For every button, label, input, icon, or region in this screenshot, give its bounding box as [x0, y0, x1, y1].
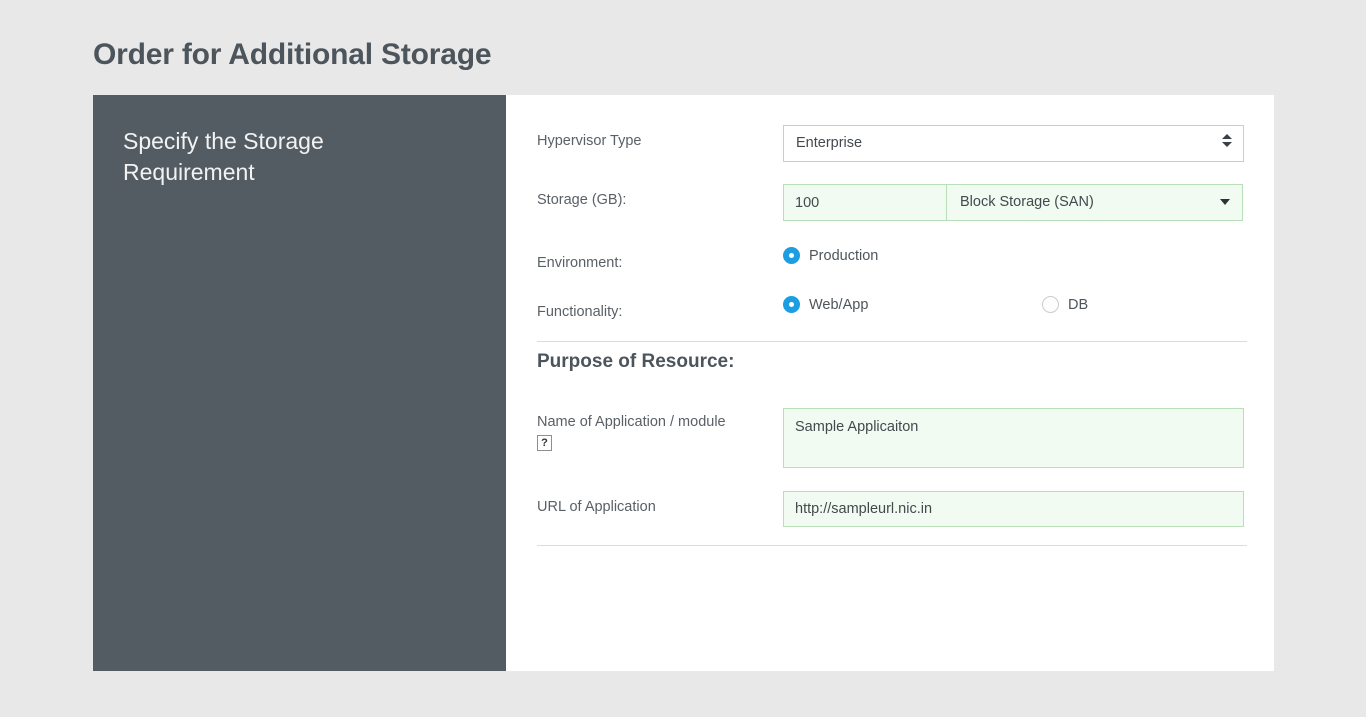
row-environment: Environment: Production: [537, 247, 1247, 273]
hypervisor-type-label: Hypervisor Type: [537, 133, 642, 149]
app-url-input[interactable]: [783, 491, 1244, 527]
app-name-input[interactable]: [783, 408, 1244, 468]
help-tooltip-broken-image-icon[interactable]: ?: [537, 435, 552, 451]
environment-label: Environment:: [537, 255, 623, 271]
page-title: Order for Additional Storage: [93, 38, 492, 71]
row-app-name: Name of Application / module ?: [537, 408, 1247, 468]
hypervisor-type-select[interactable]: Enterprise: [783, 125, 1244, 162]
row-hypervisor-type: Hypervisor Type Enterprise: [537, 125, 1247, 162]
hypervisor-type-value: Enterprise: [796, 135, 863, 151]
radio-on-icon: [783, 296, 800, 313]
radio-functionality-db[interactable]: DB: [1042, 296, 1088, 313]
app-name-label-wrap: Name of Application / module ?: [537, 408, 783, 452]
row-app-url: URL of Application: [537, 491, 1247, 527]
chevron-down-icon: [1220, 199, 1230, 205]
divider-top: [537, 341, 1247, 342]
row-storage-size: Storage (GB): Block Storage (SAN): [537, 184, 1247, 221]
purpose-section-title: Purpose of Resource:: [537, 351, 735, 372]
radio-functionality-db-label: DB: [1068, 296, 1089, 313]
app-name-label: Name of Application / module: [537, 414, 726, 430]
radio-environment-production-label: Production: [809, 247, 879, 264]
form-content: Hypervisor Type Enterprise Storage (GB):: [506, 95, 1274, 671]
order-form-card: Specify the Storage Requirement Hypervis…: [93, 95, 1274, 671]
storage-size-label: Storage (GB):: [537, 192, 627, 208]
sidebar-panel: Specify the Storage Requirement: [93, 95, 506, 671]
radio-off-icon: [1042, 296, 1059, 313]
storage-type-value: Block Storage (SAN): [960, 194, 1094, 210]
radio-functionality-webapp[interactable]: Web/App: [783, 296, 1032, 313]
stepper-arrows-icon: [1222, 134, 1232, 155]
radio-environment-production[interactable]: Production: [783, 247, 1032, 264]
functionality-label: Functionality:: [537, 304, 623, 320]
storage-size-input-group: [783, 184, 999, 221]
storage-type-select[interactable]: Block Storage (SAN): [946, 184, 1243, 221]
divider-bottom: [537, 545, 1247, 546]
sidebar-heading: Specify the Storage Requirement: [123, 128, 324, 185]
row-functionality: Functionality: Web/App DB: [537, 296, 1247, 322]
radio-functionality-webapp-label: Web/App: [809, 296, 869, 313]
app-url-label: URL of Application: [537, 499, 656, 515]
radio-on-icon: [783, 247, 800, 264]
